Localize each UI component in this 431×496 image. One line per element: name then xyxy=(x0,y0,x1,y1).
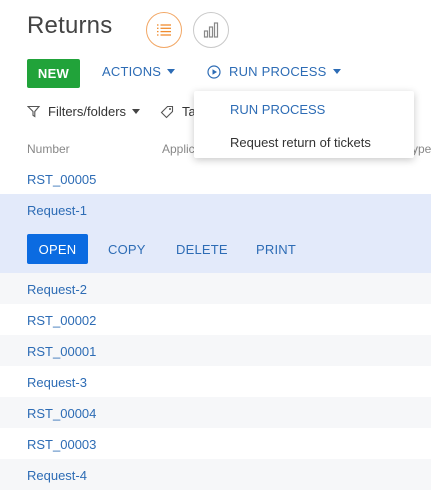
list-item[interactable]: RST_00002 xyxy=(0,304,431,335)
record-number[interactable]: Request-2 xyxy=(27,282,87,297)
list-view-button[interactable] xyxy=(146,12,182,48)
new-button[interactable]: NEW xyxy=(27,59,80,88)
tag-icon xyxy=(160,105,174,118)
chevron-down-icon xyxy=(132,109,141,114)
record-number[interactable]: Request-4 xyxy=(27,468,87,483)
print-button[interactable]: PRINT xyxy=(256,234,296,264)
record-number[interactable]: RST_00005 xyxy=(27,172,96,187)
actions-label: ACTIONS xyxy=(102,64,162,79)
copy-button[interactable]: COPY xyxy=(108,234,146,264)
chevron-down-icon xyxy=(167,69,176,74)
chart-view-icon xyxy=(203,22,219,38)
list-item[interactable]: Request-3 xyxy=(0,366,431,397)
list-item[interactable]: Request-4 xyxy=(0,459,431,490)
chevron-down-icon xyxy=(332,69,341,74)
list-item[interactable]: RST_00005 xyxy=(0,163,431,194)
list-item[interactable]: RST_00004 xyxy=(0,397,431,428)
filter-icon xyxy=(27,105,41,118)
menu-item-request-return-of-tickets[interactable]: Request return of tickets xyxy=(230,135,371,150)
record-number[interactable]: Request-1 xyxy=(27,203,87,218)
chart-view-button[interactable] xyxy=(193,12,229,48)
open-button[interactable]: OPEN xyxy=(27,234,88,264)
list-item[interactable]: Request-2 xyxy=(0,273,431,304)
delete-button[interactable]: DELETE xyxy=(176,234,228,264)
run-process-label: RUN PROCESS xyxy=(229,64,327,79)
column-header-number[interactable]: Number xyxy=(27,142,70,156)
play-circle-icon xyxy=(207,64,221,79)
tags-button[interactable]: Ta xyxy=(160,104,196,119)
column-header-applicant[interactable]: Applic xyxy=(162,142,195,156)
record-number[interactable]: Request-3 xyxy=(27,375,87,390)
record-number[interactable]: RST_00003 xyxy=(27,437,96,452)
list-item[interactable]: RST_00001 xyxy=(0,335,431,366)
run-process-button[interactable]: RUN PROCESS xyxy=(207,64,341,79)
record-number[interactable]: RST_00001 xyxy=(27,344,96,359)
list-item[interactable]: RST_00003 xyxy=(0,428,431,459)
filters-folders-button[interactable]: Filters/folders xyxy=(27,104,141,119)
filters-label: Filters/folders xyxy=(48,104,127,119)
page-title: Returns xyxy=(27,12,113,39)
actions-menu-button[interactable]: ACTIONS xyxy=(102,64,176,79)
menu-item-run-process[interactable]: RUN PROCESS xyxy=(230,102,325,117)
record-number[interactable]: RST_00004 xyxy=(27,406,96,421)
list-view-icon xyxy=(157,24,171,36)
run-process-dropdown: RUN PROCESS Request return of tickets xyxy=(194,91,414,158)
column-header-type[interactable]: ype xyxy=(412,142,431,156)
record-number[interactable]: RST_00002 xyxy=(27,313,96,328)
